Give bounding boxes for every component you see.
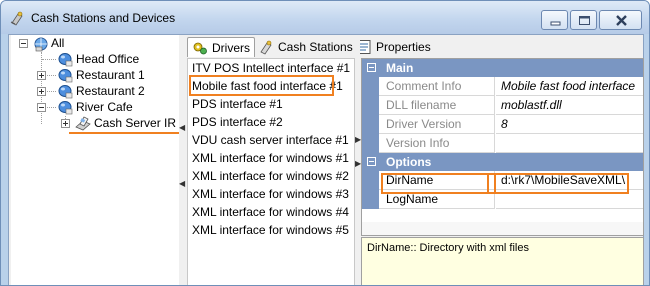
cash-server-highlight-underline [69,132,179,134]
maximize-button[interactable] [570,10,597,30]
tree-item-label: Head Office [76,52,140,66]
property-row[interactable]: DLL filename moblastf.dll [362,96,643,115]
cash-stations-icon [260,40,272,55]
list-item[interactable]: VDU cash server interface #1 [192,133,349,149]
tab-drivers[interactable]: Drivers [187,37,255,57]
property-name: Driver Version [379,115,495,134]
tree-item-label: Cash Server IR [94,116,177,130]
property-value[interactable] [496,134,643,153]
category-title: Options [386,155,432,169]
restaurant-node-icon [58,69,73,83]
list-item[interactable]: XML interface for windows #3 [192,187,349,203]
dirname-value-highlight [487,173,629,194]
tab-cash-stations[interactable]: Cash Stations [258,37,354,57]
window-title: Cash Stations and Devices [31,11,176,25]
network-icon [34,37,48,52]
property-value[interactable]: 8 [496,115,643,134]
grid-gutter [362,96,379,115]
tree-item-label: Restaurant 1 [76,68,145,82]
tree-line [42,59,56,60]
splitter-left-arrow-icon[interactable]: ◀ [179,179,185,188]
tree-line [47,91,56,92]
property-row[interactable]: Comment Info Mobile fast food interface [362,77,643,96]
restaurant-node-icon [58,53,73,67]
category-options[interactable]: Options [362,153,643,171]
collapse-icon[interactable] [367,63,376,72]
grid-gutter [362,115,379,134]
cash-server-icon [75,116,91,131]
grid-gutter [362,190,379,209]
tree-item-label: Restaurant 2 [76,84,145,98]
grid-gutter [362,77,379,96]
selected-driver-highlight [189,75,334,96]
station-tree[interactable]: All Head Office Restaurant 1 Restaurant … [11,35,183,285]
drivers-icon [193,42,207,55]
tab-label: Cash Stations [278,40,353,54]
dirname-name-highlight [381,173,496,194]
list-item[interactable]: XML interface for windows #2 [192,169,349,185]
maximize-icon [579,16,590,25]
tree-expand-restaurant-2[interactable] [37,87,46,96]
title-bar[interactable]: Cash Stations and Devices [1,1,649,34]
tree-item-label: All [51,36,65,50]
tab-label: Drivers [212,41,250,55]
tree-item-label: River Cafe [76,100,133,114]
property-row[interactable]: Driver Version 8 [362,115,643,134]
minimize-button[interactable] [541,10,568,30]
tree-collapse-all[interactable] [19,39,28,48]
grid-gutter [362,134,379,153]
property-description: DirName:: Directory with xml files [361,237,644,285]
tree-line [47,75,56,76]
property-name: Comment Info [379,77,495,96]
list-item[interactable]: XML interface for windows #4 [192,205,349,221]
splitter-left-arrow-icon[interactable]: ◀ [179,123,185,132]
cash-stations-app-icon [10,11,23,26]
property-value[interactable]: moblastf.dll [496,96,643,115]
property-name: Version Info [379,134,495,153]
property-name: DLL filename [379,96,495,115]
tab-label: Properties [376,40,431,54]
collapse-icon[interactable] [367,157,376,166]
restaurant-node-icon [58,85,73,99]
category-main[interactable]: Main [362,59,643,77]
list-item[interactable]: XML interface for windows #1 [192,151,349,167]
list-item[interactable]: XML interface for windows #5 [192,223,349,239]
right-splitter[interactable]: ▶ ▶ [355,35,361,285]
property-value[interactable]: Mobile fast food interface [496,77,643,96]
property-row[interactable]: Version Info [362,134,643,153]
main-window: Cash Stations and Devices All Head Offic… [0,0,650,286]
grid-empty-space [362,222,643,235]
list-item[interactable]: PDS interface #2 [192,115,283,131]
tree-line [47,107,56,108]
left-splitter[interactable]: ◀ ◀ [179,35,185,285]
minimize-icon [550,21,561,26]
tree-expand-restaurant-1[interactable] [37,71,46,80]
tab-properties[interactable]: Properties [356,37,436,57]
property-grid[interactable]: Main Comment Info Mobile fast food inter… [361,58,644,236]
client-area: All Head Office Restaurant 1 Restaurant … [8,34,644,285]
close-icon [616,15,627,26]
tree-collapse-river-cafe[interactable] [37,103,46,112]
grid-gutter [362,171,379,190]
tree-expand-cash-server[interactable] [61,119,70,128]
restaurant-node-icon [58,101,73,115]
close-button[interactable] [599,10,642,30]
list-item[interactable]: PDS interface #1 [192,97,283,113]
category-title: Main [386,61,414,75]
